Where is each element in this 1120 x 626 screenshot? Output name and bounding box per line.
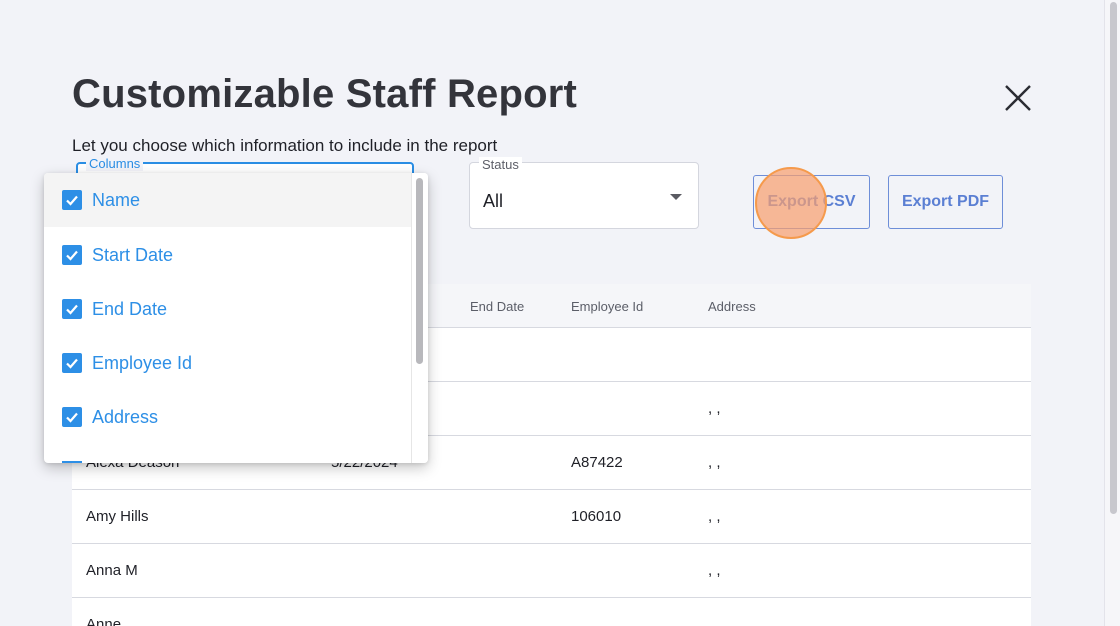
header-end-date[interactable]: End Date bbox=[470, 299, 524, 314]
menu-item-start-date[interactable]: Start Date bbox=[44, 228, 411, 282]
table-row[interactable]: Anne bbox=[72, 598, 1031, 626]
menu-item-label: Address bbox=[92, 406, 159, 427]
table-row[interactable]: Amy Hills 106010 , , bbox=[72, 490, 1031, 544]
cell-employee-id: 106010 bbox=[571, 508, 622, 525]
dropdown-scrollbar-thumb[interactable] bbox=[416, 178, 423, 364]
header-employee-id[interactable]: Employee Id bbox=[571, 299, 643, 314]
page-subtitle: Let you choose which information to incl… bbox=[72, 136, 498, 155]
status-value: All bbox=[483, 191, 504, 211]
menu-item-end-date[interactable]: End Date bbox=[44, 282, 411, 336]
status-select[interactable] bbox=[469, 162, 699, 229]
menu-item-name[interactable]: Name bbox=[44, 173, 411, 227]
page-title: Customizable Staff Report bbox=[72, 72, 578, 116]
columns-label: Columns bbox=[86, 157, 144, 171]
cell-name: Amy Hills bbox=[86, 508, 149, 525]
menu-item-employee-id[interactable]: Employee Id bbox=[44, 336, 411, 390]
cell-address: , , bbox=[708, 454, 721, 471]
checkbox-checked-icon[interactable] bbox=[62, 407, 82, 427]
columns-dropdown-menu[interactable]: Name Start Date End Date Employee Id Add… bbox=[44, 173, 428, 463]
cell-name: Anne bbox=[86, 616, 122, 626]
cell-address: , , bbox=[708, 562, 721, 579]
export-pdf-button[interactable]: Export PDF bbox=[888, 175, 1003, 229]
close-icon bbox=[1005, 85, 1031, 111]
page-scrollbar-thumb[interactable] bbox=[1110, 2, 1117, 514]
export-csv-button[interactable]: Export CSV bbox=[753, 175, 870, 229]
menu-item-label: Name bbox=[92, 189, 141, 210]
checkbox-checked-icon[interactable] bbox=[62, 245, 82, 265]
checkbox-checked-icon[interactable] bbox=[62, 353, 82, 373]
checkbox-checked-icon[interactable] bbox=[62, 299, 82, 319]
cell-address: , , bbox=[708, 508, 721, 525]
menu-item-label: End Date bbox=[92, 298, 168, 319]
header-address[interactable]: Address bbox=[708, 299, 756, 314]
dropdown-arrow-icon[interactable] bbox=[670, 194, 682, 200]
cell-address: , , bbox=[708, 400, 721, 417]
table-row[interactable]: Anna M , , bbox=[72, 544, 1031, 598]
status-label: Status bbox=[479, 157, 522, 172]
cell-employee-id: A87422 bbox=[571, 454, 623, 471]
checkbox-partial-icon[interactable] bbox=[62, 461, 82, 463]
checkbox-checked-icon[interactable] bbox=[62, 190, 82, 210]
menu-item-label: Employee Id bbox=[92, 352, 193, 373]
page-scrollbar[interactable] bbox=[1104, 0, 1120, 626]
menu-item-label: Start Date bbox=[92, 244, 174, 265]
cell-name: Anna M bbox=[86, 562, 138, 579]
menu-item-address[interactable]: Address bbox=[44, 390, 411, 444]
close-button[interactable] bbox=[1000, 80, 1034, 114]
